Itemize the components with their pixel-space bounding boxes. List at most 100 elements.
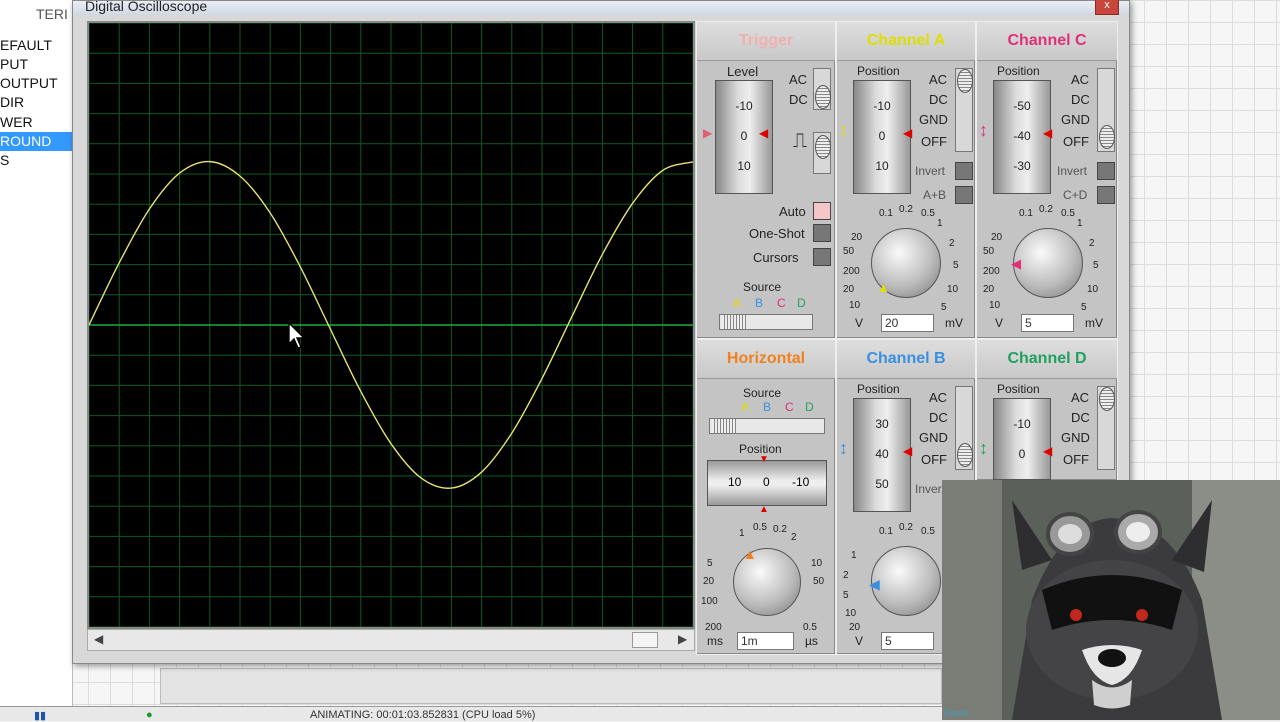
auto-toggle[interactable] bbox=[813, 202, 831, 220]
dial-scale: 200 bbox=[983, 266, 1000, 277]
list-item[interactable]: OUTPUT bbox=[0, 74, 72, 93]
source-b: B bbox=[763, 400, 772, 414]
source-label: Source bbox=[743, 386, 782, 400]
list-item[interactable]: WER bbox=[0, 113, 72, 132]
list-item[interactable]: S bbox=[0, 151, 72, 170]
channel-c-volts-knob[interactable] bbox=[1013, 228, 1083, 298]
dial-scale: 10 bbox=[849, 300, 861, 311]
dial-scale: 1 bbox=[739, 528, 745, 539]
dial-scale: 10 bbox=[989, 300, 1001, 311]
dial-scale: 100 bbox=[701, 596, 718, 607]
coupling-dc[interactable]: DC bbox=[929, 92, 948, 107]
list-item[interactable]: PUT bbox=[0, 55, 72, 74]
channel-b-volts-value[interactable]: 5 bbox=[881, 632, 934, 650]
combine-toggle[interactable] bbox=[955, 186, 973, 204]
coupling-dc[interactable]: DC bbox=[1071, 92, 1090, 107]
cursors-toggle[interactable] bbox=[813, 248, 831, 266]
list-item-selected[interactable]: ROUND bbox=[0, 132, 72, 151]
play-icon[interactable]: ▮▮ bbox=[34, 709, 46, 722]
list-item[interactable]: EFAULT bbox=[0, 36, 72, 55]
scroll-thumb[interactable] bbox=[632, 632, 658, 648]
coupling-ac[interactable]: AC bbox=[1071, 72, 1089, 87]
invert-label: Invert bbox=[1057, 164, 1088, 178]
dial-scale: 0.1 bbox=[879, 208, 893, 219]
unit-v: V bbox=[855, 634, 864, 648]
unit-mv: mV bbox=[945, 316, 963, 330]
dial-scale: 2 bbox=[791, 532, 797, 543]
channel-d-position-control[interactable]: -10 0 bbox=[993, 398, 1051, 480]
combine-toggle[interactable] bbox=[1097, 186, 1115, 204]
invert-toggle[interactable] bbox=[955, 162, 973, 180]
scale-label: 10 bbox=[875, 159, 889, 173]
position-marker-icon: ▲ bbox=[759, 504, 769, 515]
dial-scale: 5 bbox=[707, 558, 713, 569]
timebase-value[interactable]: 1m bbox=[737, 632, 794, 650]
terminals-tab[interactable]: TERI bbox=[36, 6, 68, 22]
coupling-ac[interactable]: AC bbox=[789, 72, 807, 87]
coupling-switch[interactable] bbox=[1097, 386, 1115, 470]
coupling-switch[interactable] bbox=[955, 386, 973, 470]
one-shot-toggle[interactable] bbox=[813, 224, 831, 242]
channel-c-offset-icon[interactable]: ↕ bbox=[979, 120, 988, 141]
horizontal-title: Horizontal bbox=[697, 340, 835, 379]
coupling-off[interactable]: OFF bbox=[1063, 452, 1089, 467]
trigger-source-slider[interactable] bbox=[719, 314, 813, 330]
dial-scale: 2 bbox=[843, 570, 849, 581]
horizontal-source-slider[interactable] bbox=[709, 418, 825, 434]
coupling-switch[interactable] bbox=[813, 68, 831, 110]
coupling-dc[interactable]: DC bbox=[929, 410, 948, 425]
dial-scale: 0.5 bbox=[921, 208, 935, 219]
dial-scale: 20 bbox=[851, 232, 863, 243]
unit-mv: mV bbox=[1085, 316, 1103, 330]
channel-d-title: Channel D bbox=[977, 340, 1117, 379]
edge-switch[interactable] bbox=[813, 132, 831, 174]
scale-label: -10 bbox=[873, 99, 891, 113]
cursors-label: Cursors bbox=[753, 250, 799, 265]
channel-c-panel: Channel C Position -50 -40 -30 ↕ ◀ AC DC… bbox=[976, 21, 1118, 339]
position-label: Position bbox=[997, 382, 1040, 396]
coupling-switch[interactable] bbox=[955, 68, 973, 152]
channel-b-offset-icon[interactable]: ↕ bbox=[839, 438, 848, 459]
coupling-gnd[interactable]: GND bbox=[919, 112, 948, 127]
coupling-ac[interactable]: AC bbox=[929, 72, 947, 87]
coupling-dc[interactable]: DC bbox=[1071, 410, 1090, 425]
channel-b-volts-knob[interactable] bbox=[871, 546, 941, 616]
coupling-gnd[interactable]: GND bbox=[1061, 112, 1090, 127]
combine-label: A+B bbox=[923, 188, 947, 202]
scroll-right-icon[interactable]: ▶ bbox=[678, 632, 687, 646]
scale-label: 0 bbox=[763, 475, 770, 489]
dial-scale: 1 bbox=[851, 550, 857, 561]
channel-c-volts-value[interactable]: 5 bbox=[1021, 314, 1074, 332]
dial-scale: 2 bbox=[1089, 238, 1095, 249]
invert-toggle[interactable] bbox=[1097, 162, 1115, 180]
coupling-off[interactable]: OFF bbox=[1063, 134, 1089, 149]
coupling-ac[interactable]: AC bbox=[929, 390, 947, 405]
channel-a-offset-icon[interactable]: ↕ bbox=[839, 120, 848, 141]
list-item[interactable]: DIR bbox=[0, 93, 72, 112]
dial-scale: 50 bbox=[983, 246, 995, 257]
coupling-dc[interactable]: DC bbox=[789, 92, 808, 107]
dial-scale: 20 bbox=[983, 284, 995, 295]
channel-d-offset-icon[interactable]: ↕ bbox=[979, 438, 988, 459]
channel-a-panel: Channel A Position -10 0 10 ↕ ◀ AC DC GN… bbox=[836, 21, 976, 339]
coupling-off[interactable]: OFF bbox=[921, 452, 947, 467]
horizontal-position-control[interactable]: 10 0 -10 bbox=[707, 460, 827, 506]
channel-a-volts-value[interactable]: 20 bbox=[881, 314, 934, 332]
position-marker-icon: ◀ bbox=[1043, 126, 1053, 140]
status-text: ANIMATING: 00:01:03.852831 (CPU load 5%) bbox=[310, 709, 536, 721]
invert-label: Invert bbox=[915, 164, 946, 178]
coupling-ac[interactable]: AC bbox=[1071, 390, 1089, 405]
schematic-scrollbar[interactable] bbox=[160, 668, 942, 704]
coupling-gnd[interactable]: GND bbox=[919, 430, 948, 445]
title-bar[interactable]: Digital Oscilloscope x bbox=[73, 0, 1129, 15]
dial-scale: 50 bbox=[813, 576, 825, 587]
coupling-off[interactable]: OFF bbox=[921, 134, 947, 149]
dial-scale: 0.2 bbox=[773, 524, 787, 535]
coupling-gnd[interactable]: GND bbox=[1061, 430, 1090, 445]
channel-d-panel: Channel D Position -10 0 ↕ ◀ AC DC GND O… bbox=[976, 339, 1118, 481]
unit-us: µs bbox=[805, 634, 818, 648]
scroll-left-icon[interactable]: ◀ bbox=[94, 632, 103, 646]
coupling-switch[interactable] bbox=[1097, 68, 1115, 152]
close-button[interactable]: x bbox=[1095, 0, 1119, 15]
display-scrollbar[interactable]: ◀ ▶ bbox=[87, 629, 695, 651]
